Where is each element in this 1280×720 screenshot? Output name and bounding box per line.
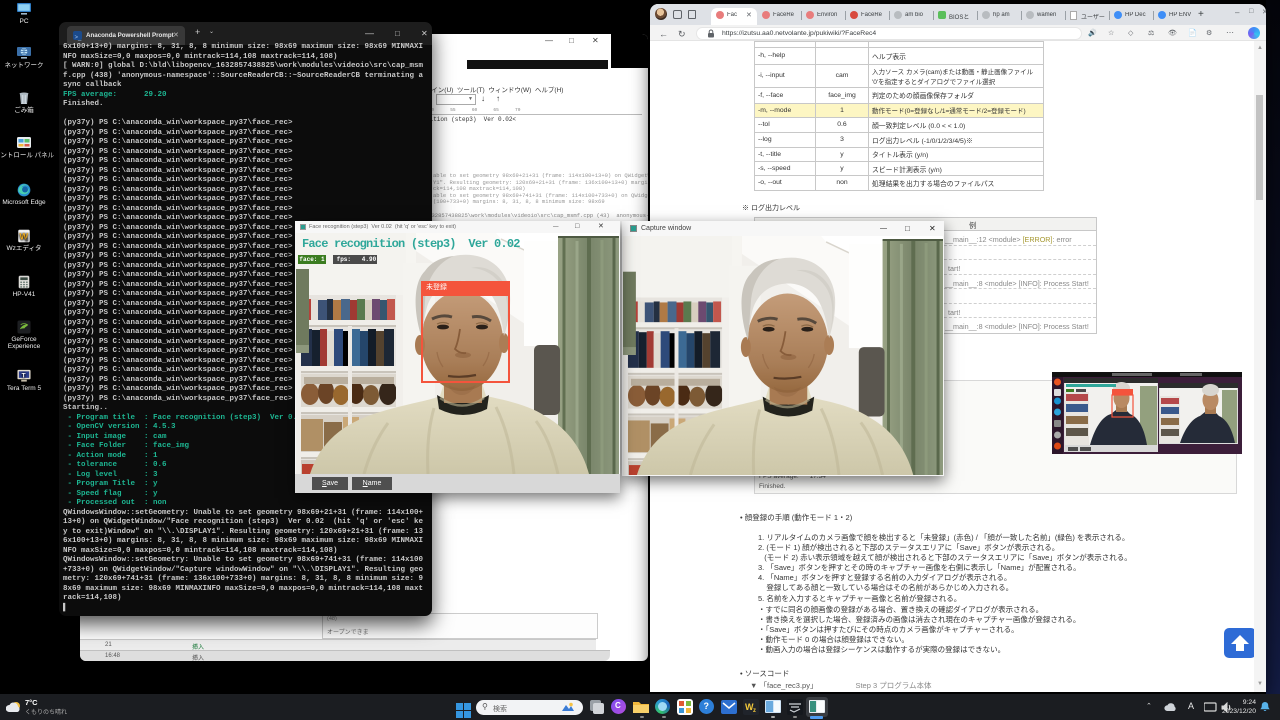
svg-text:T: T [22,372,26,379]
svg-text:z: z [753,708,756,714]
svg-text:z: z [25,237,28,243]
